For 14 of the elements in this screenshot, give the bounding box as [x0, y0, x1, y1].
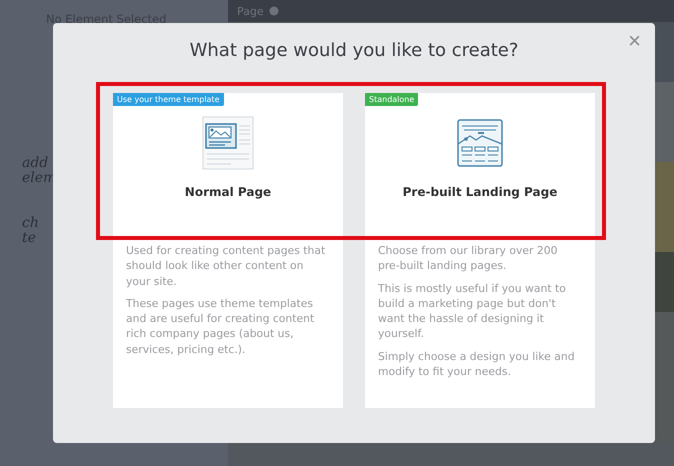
option-badge: Standalone [365, 93, 418, 106]
page-layout-icon [201, 116, 255, 170]
dialog-title: What page would you like to create? [190, 40, 518, 61]
close-button[interactable]: × [624, 29, 645, 53]
option-description: Simply choose a design you like and modify to fit your needs. [378, 348, 576, 380]
option-badge: Use your theme template [113, 93, 224, 106]
option-description: Used for creating content pages that should look like other content on your site. [126, 243, 326, 289]
option-description: Choose from our library over 200 pre-built landing pages. [378, 243, 558, 274]
option-title: Pre-built Landing Page [402, 185, 558, 199]
option-title: Normal Page [184, 185, 272, 199]
option-description: These pages use theme templates and are useful for creating content rich company pages (about us, services, pricing etc.). [126, 296, 316, 358]
page-option-card[interactable] [365, 93, 595, 408]
option-description: This is mostly useful if you want to build a marketing page but don't want the hassle of designing it yourself. [378, 280, 567, 342]
page-option-card[interactable] [113, 93, 343, 408]
